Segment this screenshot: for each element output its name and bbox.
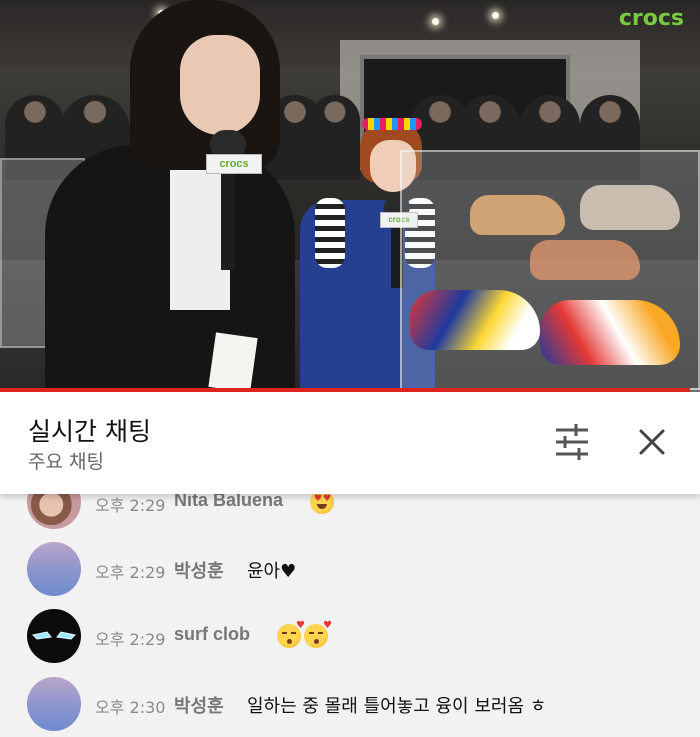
live-chat-header: 실시간 채팅 주요 채팅	[0, 392, 700, 494]
message-author[interactable]: surf clob	[174, 624, 250, 645]
crocs-shoe	[580, 185, 680, 230]
host-headband	[362, 118, 422, 130]
mic-flag-logo: crocs	[206, 154, 262, 174]
sliders-icon[interactable]	[550, 420, 594, 464]
chat-mode-selector[interactable]: 주요 채팅	[28, 447, 104, 474]
ceiling-light	[432, 18, 439, 25]
crocs-shoe	[530, 240, 640, 280]
audience-member	[310, 95, 360, 180]
chat-title: 실시간 채팅	[28, 417, 151, 446]
cue-card	[208, 332, 258, 392]
avatar[interactable]	[27, 542, 81, 596]
close-icon[interactable]	[630, 420, 674, 464]
message-time: 오후 2:29	[95, 563, 166, 582]
crocs-shoe	[540, 300, 680, 365]
message-time: 오후 2:30	[95, 698, 166, 717]
chat-message: 오후 2:29 surf clob ♥ ♥	[0, 604, 700, 672]
kissing-heart-emoji: ♥	[304, 620, 332, 648]
ceiling-light	[492, 12, 499, 19]
message-author[interactable]: 박성훈	[174, 557, 224, 583]
chat-message-list[interactable]: 오후 2:29 Nita Baluena ♥ ♥ 오후 2:29 박성훈 윤아♥ …	[0, 470, 700, 737]
chat-message: 오후 2:30 박성훈 일하는 중 몰래 틀어놓고 융이 보러옴 ㅎ	[0, 672, 700, 737]
message-text: 윤아♥	[247, 561, 297, 582]
host-shirt	[315, 198, 345, 268]
chat-message: 오후 2:29 박성훈 윤아♥	[0, 537, 700, 605]
message-text: ♥ ♥	[277, 620, 332, 648]
message-text: 일하는 중 몰래 틀어놓고 융이 보러옴 ㅎ	[247, 696, 547, 717]
message-author[interactable]: 박성훈	[174, 692, 224, 718]
microphone: crocs	[206, 130, 262, 270]
crocs-shoe	[470, 195, 565, 235]
crocs-shoe	[410, 290, 540, 350]
message-time: 오후 2:29	[95, 496, 166, 515]
kissing-heart-emoji: ♥	[277, 620, 305, 648]
avatar[interactable]	[27, 609, 81, 663]
crocs-logo: crocs	[618, 6, 684, 31]
presenter-face	[180, 35, 260, 135]
video-player[interactable]: crocs crocs crocs	[0, 0, 700, 392]
message-time: 오후 2:29	[95, 630, 166, 649]
avatar[interactable]	[27, 677, 81, 731]
